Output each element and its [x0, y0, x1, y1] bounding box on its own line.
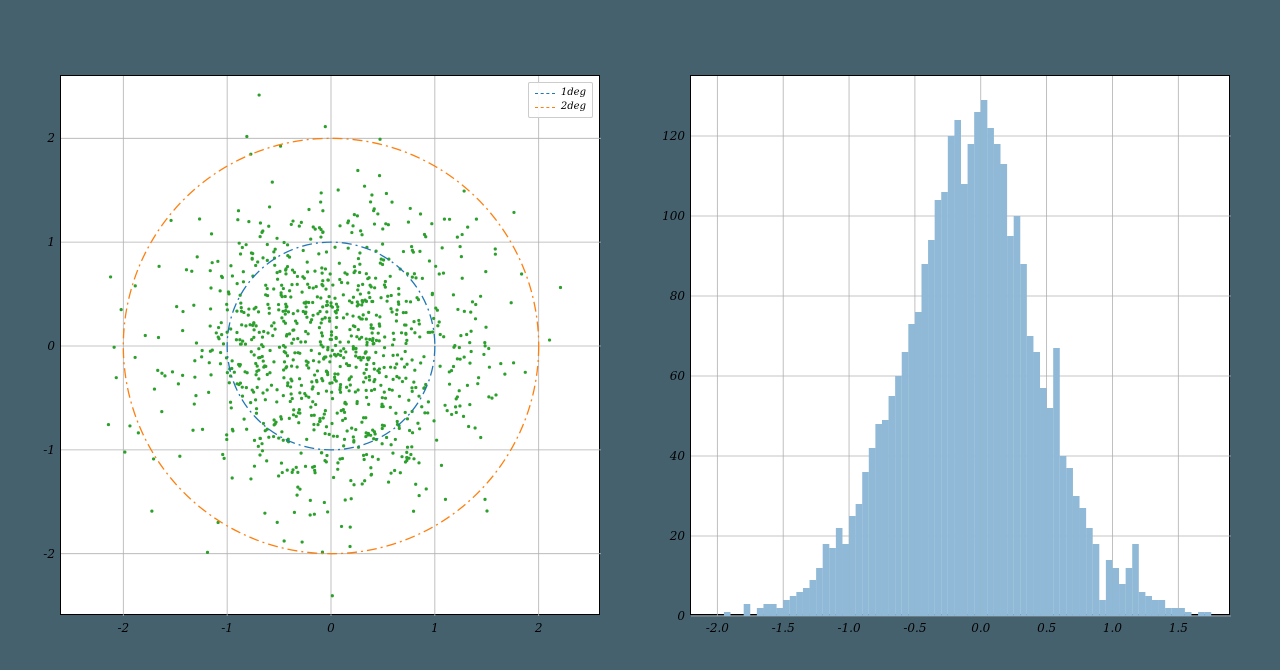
- xtick-label: 0.0: [971, 621, 990, 635]
- xtick-label: -1.5: [772, 621, 795, 635]
- xtick-label: 1.0: [1103, 621, 1122, 635]
- ytick-label: 120: [662, 129, 685, 143]
- histogram-panel: -2.0-1.5-1.0-0.50.00.51.01.5020406080100…: [690, 75, 1230, 615]
- ytick-label: 100: [662, 209, 685, 223]
- ytick-label: -2: [43, 547, 55, 561]
- xtick-label: 0: [327, 621, 335, 635]
- ytick-label: 1: [47, 235, 55, 249]
- figure: 1deg 2deg -2-1012-2-1012 -2.0-1.5-1.0-0.…: [0, 0, 1280, 670]
- legend-swatch-2deg-icon: [535, 107, 555, 108]
- ytick-label: 80: [670, 289, 685, 303]
- legend-item-2deg: 2deg: [535, 100, 586, 114]
- xtick-label: 1.5: [1169, 621, 1188, 635]
- xtick-label: -1.0: [837, 621, 860, 635]
- xtick-label: 0.5: [1037, 621, 1056, 635]
- legend-swatch-1deg-icon: [535, 93, 555, 94]
- legend: 1deg 2deg: [528, 82, 593, 118]
- xtick-label: -1: [221, 621, 233, 635]
- ytick-label: 0: [47, 339, 55, 353]
- xtick-label: -2.0: [706, 621, 729, 635]
- xtick-label: 2: [535, 621, 543, 635]
- ytick-label: 60: [670, 369, 685, 383]
- legend-item-1deg: 1deg: [535, 86, 586, 100]
- scatter-panel: 1deg 2deg -2-1012-2-1012: [60, 75, 600, 615]
- ytick-label: 2: [47, 131, 55, 145]
- legend-label-1deg: 1deg: [561, 86, 586, 100]
- xtick-label: -2: [117, 621, 129, 635]
- ytick-label: -1: [43, 443, 55, 457]
- ytick-label: 20: [670, 529, 685, 543]
- histogram-svg: [691, 76, 1231, 616]
- scatter-svg: [61, 76, 601, 616]
- ytick-label: 40: [670, 449, 685, 463]
- legend-label-2deg: 2deg: [561, 100, 586, 114]
- ytick-label: 0: [677, 609, 685, 623]
- xtick-label: 1: [431, 621, 439, 635]
- xtick-label: -0.5: [903, 621, 926, 635]
